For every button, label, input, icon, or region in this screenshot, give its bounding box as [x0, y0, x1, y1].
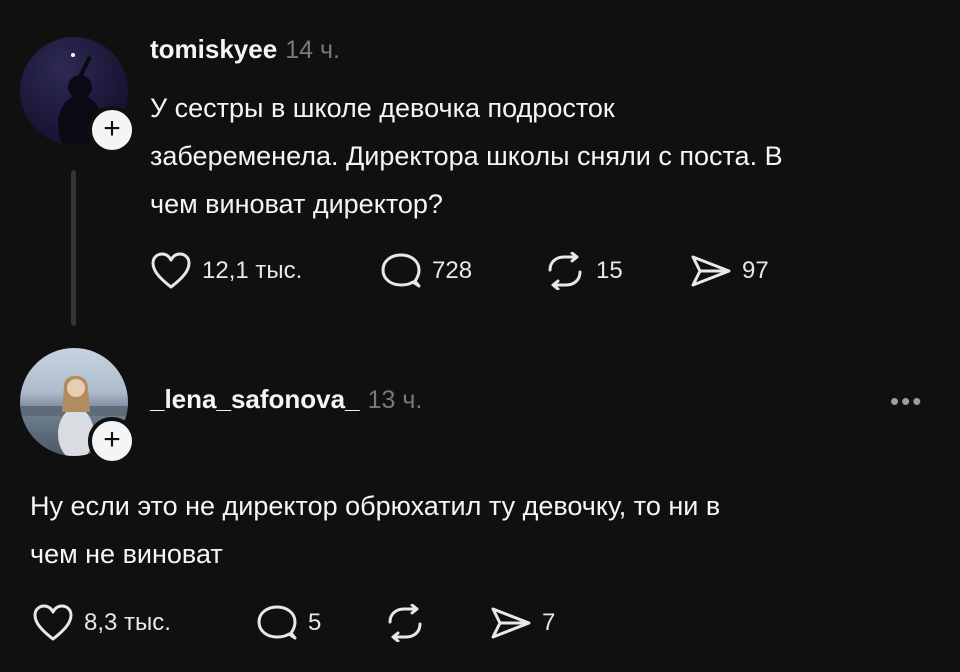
- share-button[interactable]: 7: [490, 604, 555, 642]
- post-text-line: чем виноват директор?: [150, 189, 443, 219]
- like-button[interactable]: 8,3 тыс.: [32, 604, 171, 642]
- comment-icon: [257, 605, 297, 640]
- post-header: tomiskyee 14 ч.: [150, 34, 340, 65]
- repost-icon: [548, 252, 582, 290]
- share-count: 7: [542, 609, 556, 636]
- thread-line: [71, 170, 76, 326]
- post-text: Ну если это не директор обрюхатил ту дев…: [30, 482, 720, 578]
- repost-button[interactable]: [384, 604, 436, 642]
- timestamp: 13 ч.: [367, 386, 423, 414]
- like-count: 12,1 тыс.: [202, 257, 303, 284]
- follow-button[interactable]: +: [88, 106, 136, 154]
- username[interactable]: _lena_safonova_: [150, 384, 360, 414]
- share-count: 97: [742, 257, 769, 284]
- post-text: У сестры в школе девочка подросток забер…: [150, 84, 783, 228]
- heart-icon: [151, 252, 191, 289]
- comment-button[interactable]: 5: [256, 604, 321, 642]
- post-text-line: чем не виноват: [30, 539, 223, 569]
- more-options-button[interactable]: •••: [890, 386, 923, 417]
- post-text-line: Ну если это не директор обрюхатил ту дев…: [30, 491, 721, 521]
- like-count: 8,3 тыс.: [84, 609, 171, 636]
- like-button[interactable]: 12,1 тыс.: [150, 252, 302, 290]
- share-icon: [691, 255, 731, 287]
- repost-icon: [388, 604, 422, 642]
- comment-count: 728: [432, 257, 473, 284]
- timestamp: 14 ч.: [285, 36, 340, 64]
- post-header: _lena_safonova_ 13 ч.: [150, 384, 422, 415]
- comment-icon: [381, 253, 421, 288]
- repost-count: 15: [596, 257, 623, 284]
- follow-button[interactable]: +: [88, 417, 136, 465]
- username[interactable]: tomiskyee: [150, 34, 277, 64]
- comment-count: 5: [308, 609, 322, 636]
- post-text-line: забеременела. Директора школы сняли с по…: [150, 141, 783, 171]
- comment-button[interactable]: 728: [380, 252, 472, 290]
- heart-icon: [33, 604, 73, 641]
- repost-button[interactable]: 15: [544, 252, 623, 290]
- share-button[interactable]: 97: [690, 252, 769, 290]
- share-icon: [491, 607, 531, 639]
- post-text-line: У сестры в школе девочка подросток: [150, 93, 615, 123]
